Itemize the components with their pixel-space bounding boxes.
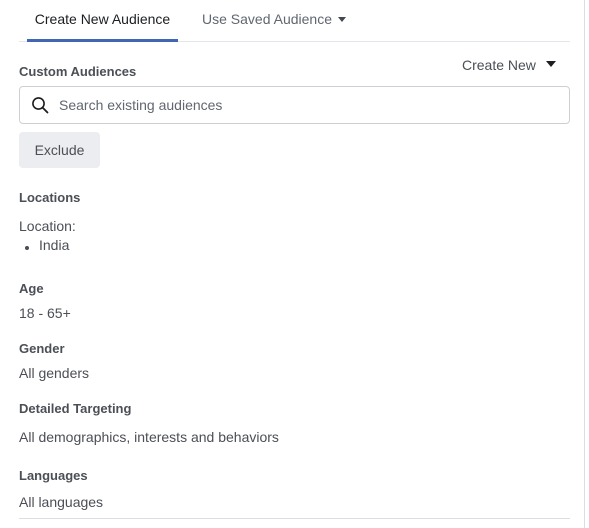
locations-label: Locations <box>19 190 81 205</box>
tab-use-saved-audience[interactable]: Use Saved Audience <box>202 0 362 41</box>
detailed-targeting-label: Detailed Targeting <box>19 401 132 416</box>
location-list: India <box>19 237 69 255</box>
panel-border <box>584 0 585 528</box>
audience-tabs: Create New Audience Use Saved Audience <box>19 0 570 42</box>
create-new-label: Create New <box>462 57 536 73</box>
create-new-dropdown[interactable]: Create New <box>462 57 556 75</box>
tab-create-new-audience[interactable]: Create New Audience <box>27 0 178 42</box>
age-value: 18 - 65+ <box>19 305 71 321</box>
divider <box>19 518 570 519</box>
tab-create-new-audience-label: Create New Audience <box>34 11 171 27</box>
search-input[interactable] <box>59 87 559 123</box>
gender-label: Gender <box>19 341 65 356</box>
custom-audiences-label: Custom Audiences <box>19 64 137 79</box>
caret-down-icon <box>545 61 556 68</box>
gender-value: All genders <box>19 365 90 381</box>
audience-search-box[interactable] <box>19 86 570 124</box>
search-icon <box>32 97 49 114</box>
tab-use-saved-audience-label: Use Saved Audience <box>202 11 332 27</box>
languages-label: Languages <box>19 468 88 483</box>
audience-panel: Create New Audience Use Saved Audience C… <box>0 0 589 528</box>
age-label: Age <box>19 281 44 296</box>
location-sub-label: Location: <box>19 218 76 234</box>
languages-value: All languages <box>19 494 104 510</box>
exclude-button[interactable]: Exclude <box>19 132 100 168</box>
detailed-targeting-value: All demographics, interests and behavior… <box>19 429 279 445</box>
location-item: India <box>19 237 69 255</box>
caret-down-icon <box>337 16 346 22</box>
